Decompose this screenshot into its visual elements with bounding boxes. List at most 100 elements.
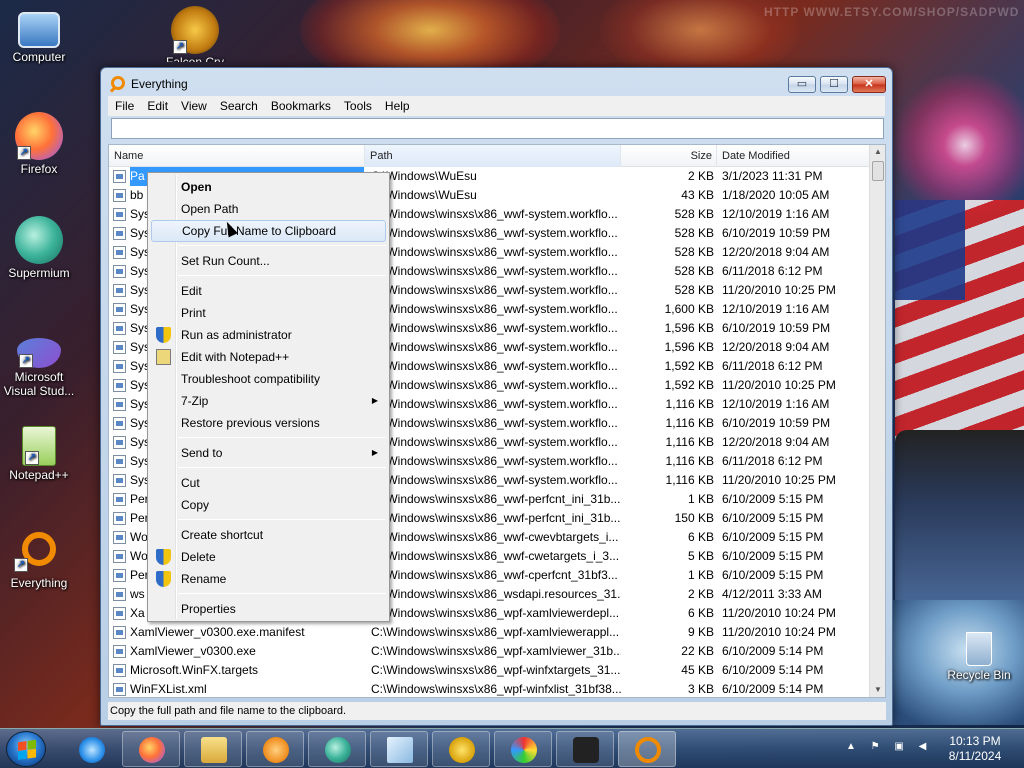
menu-tools[interactable]: Tools — [337, 96, 378, 113]
cell-size: 43 KB — [681, 188, 714, 202]
file-icon — [113, 626, 126, 639]
context-menu-item-open-path[interactable]: Open Path — [151, 198, 386, 220]
cell-path: C:\Windows\winsxs\x86_wsdapi.resources_3… — [371, 587, 621, 601]
cell-date-modified: 6/10/2009 5:14 PM — [722, 663, 824, 677]
context-menu-item-edit-with-notepad[interactable]: Edit with Notepad++ — [151, 346, 386, 368]
column-header-name[interactable]: Name — [109, 145, 365, 167]
desktop-icon-computer[interactable]: Computer — [0, 8, 78, 64]
taskbar-paint[interactable] — [494, 731, 552, 767]
cell-path: C:\Windows\winsxs\x86_wpf-xamlviewerdepl… — [371, 606, 620, 620]
file-icon — [113, 531, 126, 544]
cell-size: 1,596 KB — [664, 321, 714, 335]
taskbar-file-explorer[interactable] — [184, 731, 242, 767]
taskbar-app-bee[interactable] — [432, 731, 490, 767]
taskbar-lock-app[interactable] — [556, 731, 614, 767]
scroll-up-arrow-icon[interactable]: ▲ — [870, 145, 885, 159]
scroll-down-arrow-icon[interactable]: ▼ — [870, 683, 885, 697]
context-menu-item-rename[interactable]: Rename — [151, 568, 386, 590]
cell-size: 3 KB — [687, 682, 714, 696]
context-menu-item-cut[interactable]: Cut — [151, 472, 386, 494]
cell-size: 150 KB — [674, 511, 714, 525]
taskbar-media-player[interactable] — [246, 731, 304, 767]
cell-size: 5 KB — [687, 549, 714, 563]
cell-date-modified: 6/10/2019 10:59 PM — [722, 226, 831, 240]
cell-size: 6 KB — [687, 530, 714, 544]
cell-path: C:\Windows\winsxs\x86_wwf-system.workflo… — [371, 321, 618, 335]
cell-path: C:\Windows\winsxs\x86_wwf-perfcnt_ini_31… — [371, 492, 621, 506]
desktop-icon-visual-studio[interactable]: ↗ Microsoft Visual Stud... — [0, 328, 78, 398]
context-menu-item-run-as-administrator[interactable]: Run as administrator — [151, 324, 386, 346]
file-icon — [113, 170, 126, 183]
cell-date-modified: 6/10/2009 5:15 PM — [722, 530, 824, 544]
menu-view[interactable]: View — [174, 96, 213, 113]
context-menu-item-send-to[interactable]: Send to ▶ — [151, 442, 386, 464]
desktop-icon-recycle-bin[interactable]: Recycle Bin — [944, 632, 1014, 682]
desktop-icon-firefox[interactable]: ↗ Firefox — [0, 112, 78, 176]
column-header-date-modified[interactable]: Date Modified — [717, 145, 871, 167]
table-row[interactable]: Microsoft.WinFX.targets C:\Windows\winsxs… — [109, 661, 871, 680]
taskbar-notepad[interactable] — [370, 731, 428, 767]
taskbar-clock[interactable]: 10:13 PM 8/11/2024 — [935, 734, 1015, 764]
context-menu-item-open[interactable]: Open — [151, 176, 386, 198]
menu-search[interactable]: Search — [213, 96, 264, 113]
desktop-icon-everything[interactable]: ↗ Everything — [0, 530, 78, 590]
search-input[interactable] — [111, 118, 884, 139]
shortcut-arrow-icon: ↗ — [17, 146, 31, 160]
cell-size: 1,116 KB — [665, 397, 714, 411]
notification-area-icons[interactable]: ▲ ⚑ ▣ ◀ — [846, 741, 932, 752]
menu-file[interactable]: File — [108, 96, 140, 113]
taskbar-everything[interactable] — [618, 731, 676, 767]
desktop-icon-supermium[interactable]: Supermium — [0, 216, 78, 280]
supermium-icon — [325, 737, 351, 763]
close-button[interactable]: ✕ — [852, 76, 886, 93]
cell-path: C:\Windows\winsxs\x86_wwf-system.workflo… — [371, 226, 618, 240]
table-row[interactable]: WinFXList.xml C:\Windows\winsxs\x86_wpf-w… — [109, 680, 871, 697]
internet-explorer-icon — [79, 737, 105, 763]
cell-path: C:\Windows\winsxs\x86_wwf-system.workflo… — [371, 454, 618, 468]
context-menu-item-delete[interactable]: Delete — [151, 546, 386, 568]
menu-help[interactable]: Help — [378, 96, 416, 113]
scrollbar-thumb[interactable] — [872, 161, 884, 181]
status-bar: Copy the full path and file name to the … — [108, 702, 886, 720]
title-bar[interactable]: Everything ▭ ☐ ✕ — [101, 68, 892, 98]
table-row[interactable]: XamlViewer_v0300.exe C:\Windows\winsxs\x8… — [109, 642, 871, 661]
menu-bookmarks[interactable]: Bookmarks — [264, 96, 337, 113]
context-menu-item-print[interactable]: Print — [151, 302, 386, 324]
maximize-button[interactable]: ☐ — [820, 76, 848, 93]
file-icon — [113, 322, 126, 335]
cell-date-modified: 6/10/2009 5:14 PM — [722, 644, 824, 658]
column-header-path[interactable]: Path — [365, 145, 621, 167]
cell-path: C:\Windows\winsxs\x86_wpf-xamlviewerappl… — [371, 625, 620, 639]
cell-date-modified: 12/20/2018 9:04 AM — [722, 340, 830, 354]
vertical-scrollbar[interactable]: ▲ ▼ — [869, 145, 885, 697]
table-row[interactable]: XamlViewer_v0300.exe.manifest C:\Windows\… — [109, 623, 871, 642]
taskbar-internet-explorer[interactable] — [62, 731, 120, 767]
context-menu-item-create-shortcut[interactable]: Create shortcut — [151, 524, 386, 546]
menu-bar: File Edit View Search Bookmarks Tools Help — [108, 96, 885, 116]
menu-edit[interactable]: Edit — [140, 96, 174, 113]
cell-path: C:\Windows\winsxs\x86_wwf-system.workflo… — [371, 397, 618, 411]
cell-date-modified: 12/20/2018 9:04 AM — [722, 245, 830, 259]
taskbar-firefox[interactable] — [122, 731, 180, 767]
cell-path: C:\Windows\winsxs\x86_wwf-cperfcnt_31bf3… — [371, 568, 618, 582]
context-menu-item-7-zip[interactable]: 7-Zip ▶ — [151, 390, 386, 412]
column-header-size[interactable]: Size — [621, 145, 717, 167]
context-menu-item-restore-previous-versions[interactable]: Restore previous versions — [151, 412, 386, 434]
context-menu-item-copy-full-name-to-clipboard[interactable]: Copy Full Name to Clipboard — [151, 220, 386, 242]
desktop-icon-label: Falcon Cry — [156, 56, 234, 62]
context-menu-item-troubleshoot-compatibility[interactable]: Troubleshoot compatibility — [151, 368, 386, 390]
file-icon — [113, 265, 126, 278]
context-menu-item-edit[interactable]: Edit — [151, 280, 386, 302]
desktop-icon-falcon-cry[interactable]: ↗ Falcon Cry — [156, 6, 234, 62]
bee-app-icon — [449, 737, 475, 763]
context-menu-item-properties[interactable]: Properties — [151, 598, 386, 620]
minimize-button[interactable]: ▭ — [788, 76, 816, 93]
cell-date-modified: 1/18/2020 10:05 AM — [722, 188, 830, 202]
desktop-icon-label: Microsoft Visual Stud... — [3, 370, 75, 398]
context-menu-item-set-run-count[interactable]: Set Run Count... — [151, 250, 386, 272]
context-menu-item-copy[interactable]: Copy — [151, 494, 386, 516]
cell-date-modified: 11/20/2010 10:25 PM — [722, 283, 836, 297]
desktop-icon-notepad-plus-plus[interactable]: ↗ Notepad++ — [0, 426, 78, 482]
taskbar-supermium[interactable] — [308, 731, 366, 767]
start-button[interactable] — [6, 731, 46, 767]
